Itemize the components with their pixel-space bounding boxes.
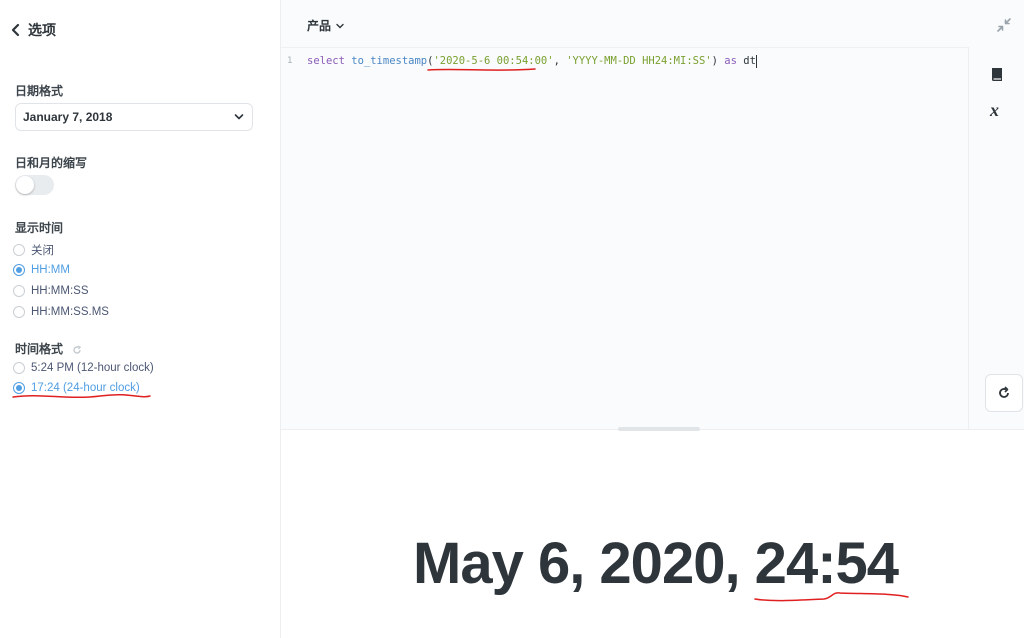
show-time-option-label: HH:MM xyxy=(31,264,70,276)
radio-button xyxy=(13,306,25,318)
line-number: 1 xyxy=(287,56,293,66)
refresh-icon xyxy=(999,386,1009,398)
time-format-option-label: 5:24 PM (12-hour clock) xyxy=(31,362,154,374)
time-format-label: 时间格式 xyxy=(15,342,64,356)
scalar-result: May 6, 2020, 24:54 xyxy=(413,531,899,596)
radio-button xyxy=(13,362,25,374)
options-sidebar: 选项 日期格式 January 7, 2018 日和月的缩写 显示时间 关闭 H… xyxy=(0,0,281,638)
time-format-label-row: 时间格式 xyxy=(15,340,82,357)
time-format-option-12h[interactable]: 5:24 PM (12-hour clock) xyxy=(13,362,154,374)
book-icon[interactable] xyxy=(988,66,1006,84)
sql-keyword: select xyxy=(307,55,345,67)
show-time-option-label: HH:MM:SS.MS xyxy=(31,306,109,318)
date-format-value: January 7, 2018 xyxy=(23,110,113,124)
query-editor-panel: 产品 1 select to_timestamp('2020-5-6 00:54… xyxy=(281,0,1024,430)
radio-button xyxy=(13,285,25,297)
database-picker[interactable]: 产品 xyxy=(307,17,344,34)
toggle-knob xyxy=(16,176,34,194)
sql-string-arg: 'YYYY-MM-DD HH24:MI:SS' xyxy=(566,55,712,67)
time-format-option-24h[interactable]: 17:24 (24-hour clock) xyxy=(13,382,140,394)
collapse-arrows-icon[interactable] xyxy=(996,17,1012,33)
show-time-option-label: 关闭 xyxy=(31,245,54,257)
sql-line: select to_timestamp('2020-5-6 00:54:00',… xyxy=(307,52,757,70)
editor-right-rail: x xyxy=(968,47,1024,429)
editor-divider xyxy=(281,47,968,48)
database-name: 产品 xyxy=(307,19,332,33)
show-time-label: 显示时间 xyxy=(15,221,64,235)
svg-text:x: x xyxy=(989,101,999,119)
sql-string-arg: '2020-5-6 00:54:00' xyxy=(433,55,554,67)
sql-keyword: as xyxy=(717,55,744,67)
show-time-option-hhmmss[interactable]: HH:MM:SS xyxy=(13,285,89,297)
radio-button-selected xyxy=(13,382,25,394)
radio-button-selected xyxy=(13,264,25,276)
text-cursor xyxy=(755,54,757,68)
sql-comma: , xyxy=(553,55,567,67)
reset-icon[interactable] xyxy=(72,345,82,355)
abbreviate-toggle[interactable] xyxy=(15,175,54,195)
time-format-option-label: 17:24 (24-hour clock) xyxy=(31,382,140,394)
resize-handle[interactable] xyxy=(618,427,700,431)
variable-x-icon[interactable]: x xyxy=(988,101,1006,119)
back-label: 选项 xyxy=(28,22,56,38)
sql-alias: dt xyxy=(743,55,756,67)
sql-function: to_timestamp xyxy=(351,55,428,67)
back-button[interactable]: 选项 xyxy=(10,20,56,40)
run-query-button[interactable] xyxy=(985,374,1023,412)
chevron-down-icon xyxy=(336,23,344,28)
date-format-label: 日期格式 xyxy=(15,84,64,98)
date-format-select[interactable]: January 7, 2018 xyxy=(15,103,253,131)
show-time-option-off[interactable]: 关闭 xyxy=(13,242,54,258)
show-time-option-hhmm[interactable]: HH:MM xyxy=(13,264,70,276)
show-time-option-hhmmssms[interactable]: HH:MM:SS.MS xyxy=(13,306,109,318)
sql-editor[interactable]: 1 select to_timestamp('2020-5-6 00:54:00… xyxy=(281,52,968,70)
abbreviate-label: 日和月的缩写 xyxy=(15,156,88,170)
chevron-left-icon xyxy=(11,23,20,37)
show-time-option-label: HH:MM:SS xyxy=(31,285,89,297)
radio-button xyxy=(13,244,25,256)
chevron-down-icon xyxy=(234,114,244,120)
